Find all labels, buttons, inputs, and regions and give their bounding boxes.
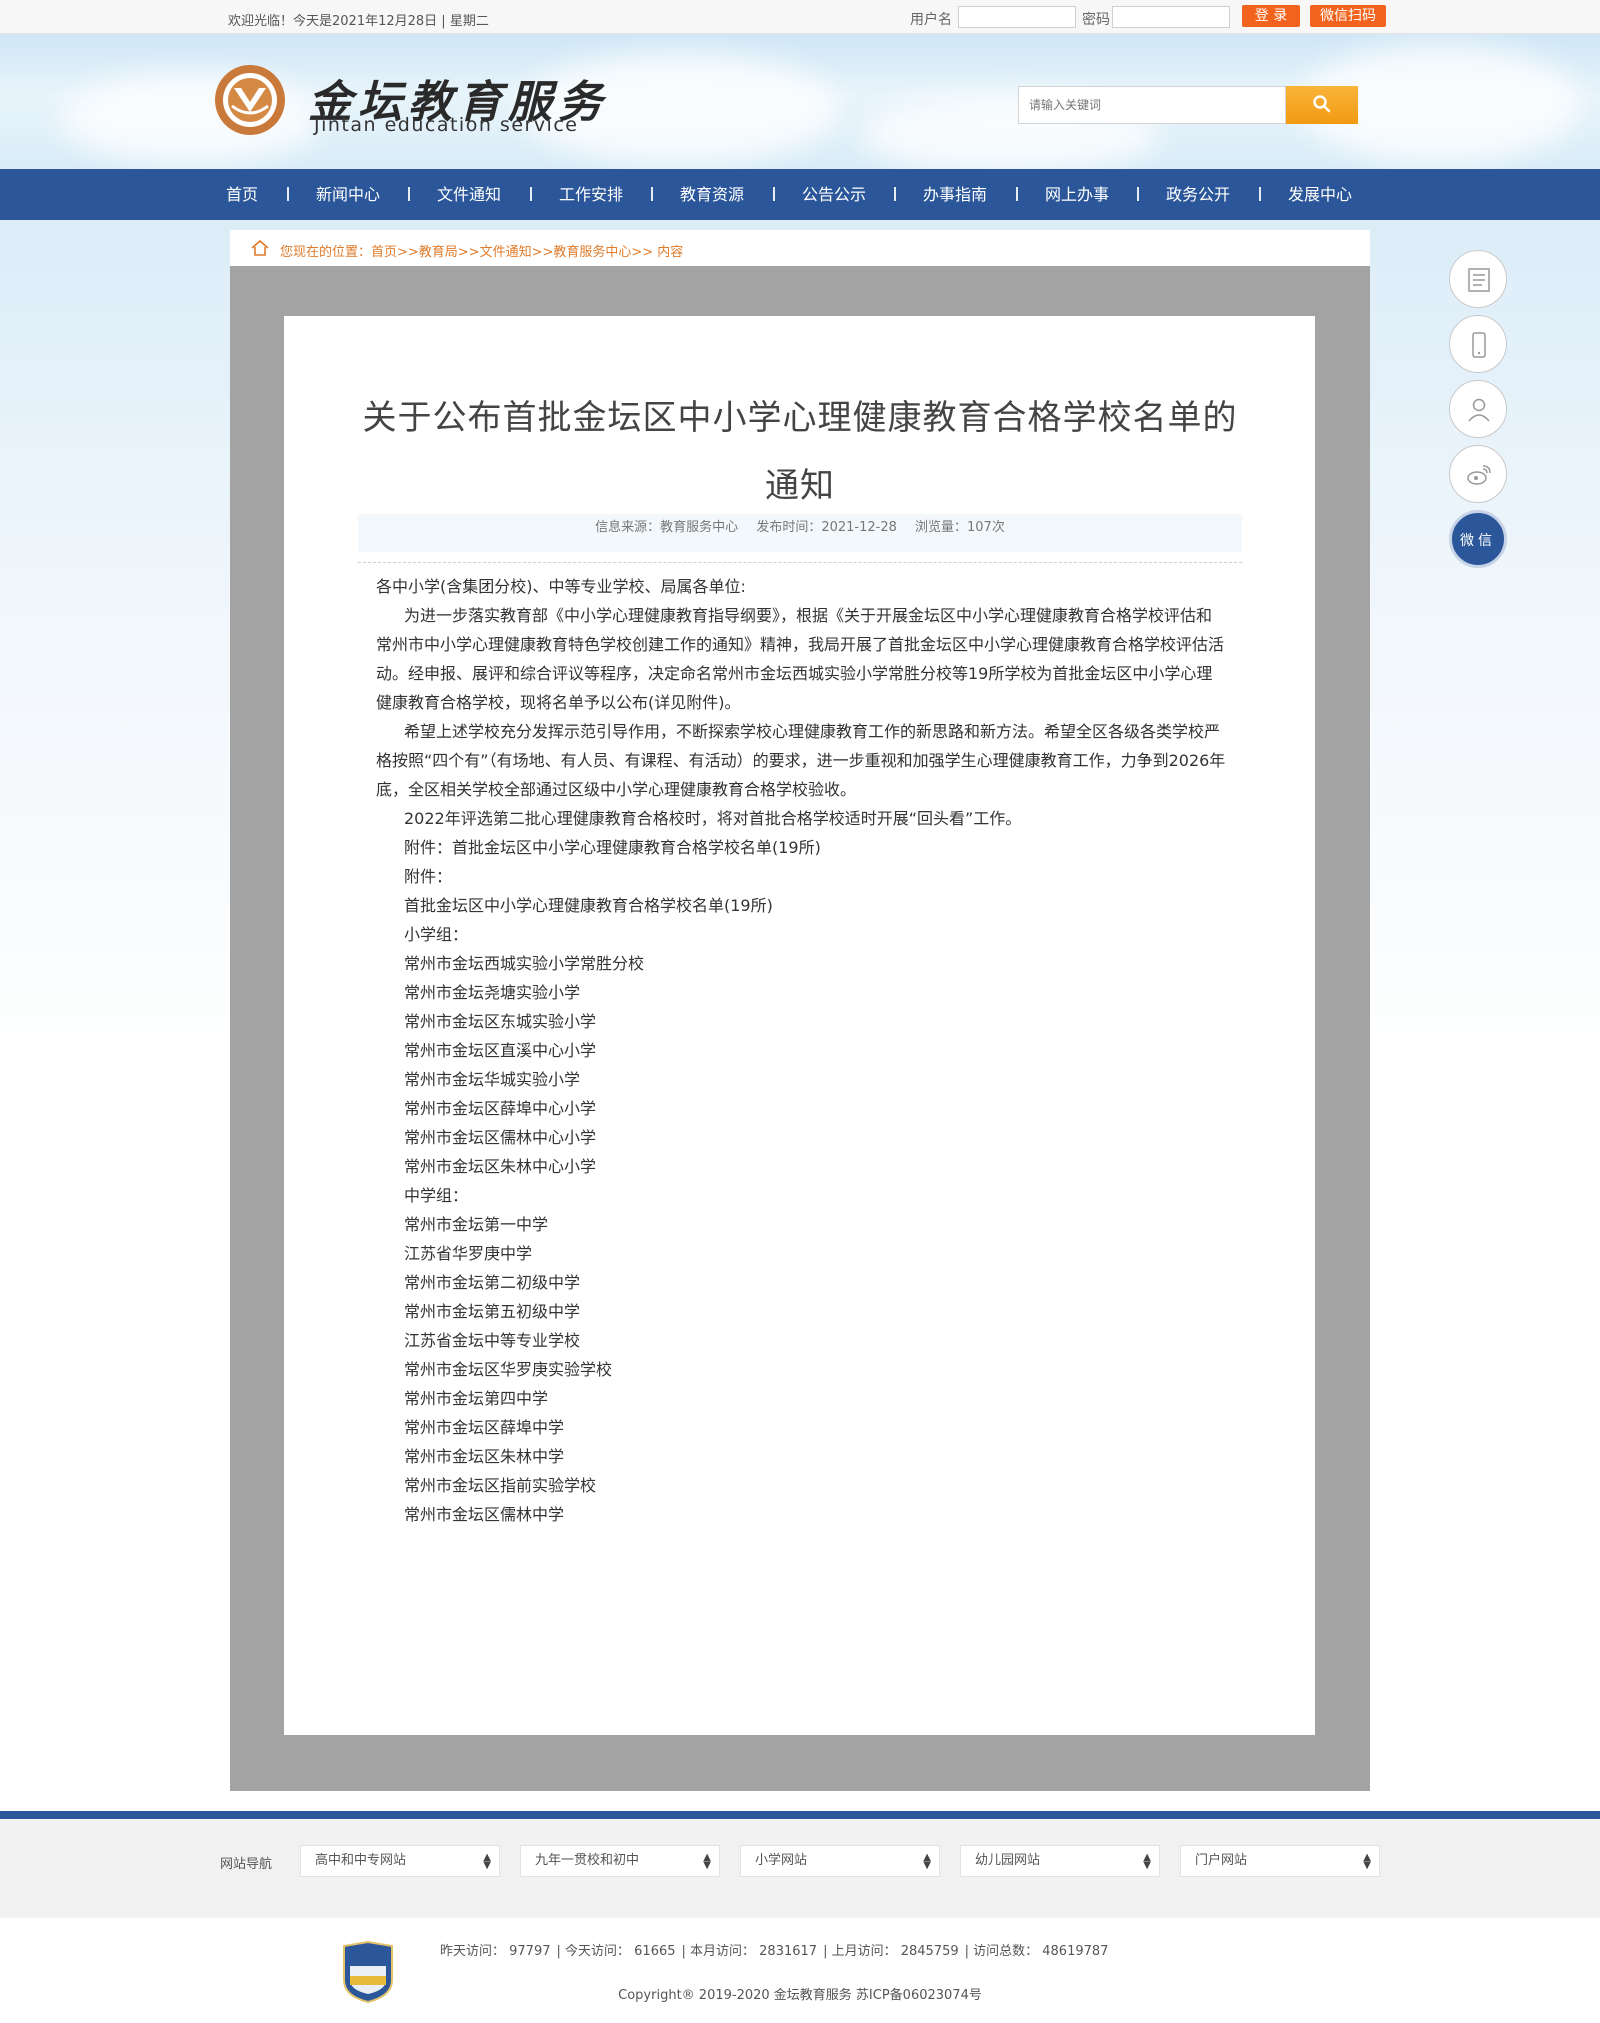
attachment-link[interactable]: 附件：首批金坛区中小学心理健康教育合格学校名单(19所)	[376, 833, 1226, 862]
weibo-icon	[1467, 465, 1491, 485]
list-item: 常州市金坛区朱林中心小学	[404, 1157, 597, 1176]
greeting: 各中小学(含集团分校)、中等专业学校、局属各单位:	[376, 577, 746, 596]
stat-last-month: 上月访问： 2845759	[831, 1944, 959, 1959]
paragraph: 2022年评选第二批心理健康教育合格校时，将对首批合格学校适时开展“回头看”工作…	[404, 809, 1022, 828]
username-field[interactable]	[958, 6, 1076, 28]
list-item: 常州市金坛区直溪中心小学	[404, 1041, 597, 1060]
site-select-kindergarten[interactable]: 幼儿园网站 ▲ ▼	[960, 1845, 1160, 1877]
list-item: 常州市金坛第四中学	[404, 1389, 549, 1408]
main-nav: 首页 新闻中心 文件通知 工作安排 教育资源 公告公示 办事指南 网上办事 政务…	[0, 169, 1600, 220]
list-item: 江苏省华罗庚中学	[404, 1244, 533, 1263]
article-source: 信息来源：教育服务中心	[595, 520, 739, 535]
password-field[interactable]	[1112, 6, 1230, 28]
search-icon	[1313, 94, 1331, 112]
stat-total: 访问总数： 48619787	[973, 1944, 1109, 1959]
list-title: 首批金坛区中小学心理健康教育合格学校名单(19所)	[404, 896, 773, 915]
group-label: 小学组：	[404, 925, 469, 944]
breadcrumb: 您现在的位置：首页>>教育局>>文件通知>>教育服务中心>> 内容	[230, 230, 1370, 266]
nav-item-development[interactable]: 发展中心	[1288, 169, 1352, 220]
article-body: 各中小学(含集团分校)、中等专业学校、局属各单位: 为进一步落实教育部《中小学心…	[376, 572, 1226, 1529]
list-item: 常州市金坛区儒林中心小学	[404, 1128, 597, 1147]
nav-item-resources[interactable]: 教育资源	[680, 169, 744, 220]
nav-item-guide[interactable]: 办事指南	[923, 169, 987, 220]
search-input[interactable]	[1018, 86, 1286, 124]
list-item: 常州市金坛区薛埠中心小学	[404, 1099, 597, 1118]
stat-yesterday: 昨天访问： 97797	[440, 1944, 551, 1959]
site-select-middle[interactable]: 九年一贯校和初中 ▲ ▼	[520, 1845, 720, 1877]
nav-item-announcements[interactable]: 公告公示	[802, 169, 866, 220]
stat-today: 今天访问： 61665	[565, 1944, 676, 1959]
article-date: 发布时间：2021-12-28	[756, 520, 897, 535]
site-select-primary[interactable]: 小学网站 ▲ ▼	[740, 1845, 940, 1877]
list-item: 常州市金坛尧塘实验小学	[404, 983, 581, 1002]
visit-stats: 昨天访问： 97797 | 今天访问： 61665 | 本月访问： 2831617 |…	[440, 1944, 1109, 1959]
list-item: 常州市金坛第一中学	[404, 1215, 549, 1234]
attachment-label: 附件：	[404, 867, 453, 886]
list-item: 江苏省金坛中等专业学校	[404, 1331, 581, 1350]
side-news-button[interactable]	[1449, 250, 1507, 308]
side-weibo-button[interactable]	[1449, 445, 1507, 503]
side-mobile-button[interactable]	[1449, 315, 1507, 373]
nav-item-gov[interactable]: 政务公开	[1166, 169, 1230, 220]
newspaper-icon	[1468, 268, 1490, 292]
logo-subtitle: Jintan education service	[314, 114, 579, 136]
nav-item-home[interactable]: 首页	[226, 169, 258, 220]
username-label: 用户名	[910, 12, 952, 28]
top-bar: 欢迎光临！今天是2021年12月28日 | 星期二 用户名 密码 登 录 微信扫…	[0, 0, 1600, 34]
user-icon	[1468, 398, 1490, 422]
article-meta: 信息来源：教育服务中心 发布时间：2021-12-28 浏览量：107次	[358, 514, 1242, 552]
list-item: 常州市金坛区薛埠中学	[404, 1418, 565, 1437]
breadcrumb-text[interactable]: 您现在的位置：首页>>教育局>>文件通知>>教育服务中心>> 内容	[280, 241, 683, 260]
side-user-button[interactable]	[1449, 380, 1507, 438]
login-button[interactable]: 登 录	[1242, 5, 1300, 27]
paragraph: 希望上述学校充分发挥示范引导作用，不断探索学校心理健康教育工作的新思路和新方法。…	[376, 722, 1226, 799]
search-button[interactable]	[1286, 86, 1358, 124]
divider	[358, 562, 1242, 563]
copyright: Copyright® 2019-2020 金坛教育服务 苏ICP备0602307…	[618, 1988, 982, 2003]
site-select-portal[interactable]: 门户网站 ▲ ▼	[1180, 1845, 1380, 1877]
list-item: 常州市金坛华城实验小学	[404, 1070, 581, 1089]
list-item: 常州市金坛第二初级中学	[404, 1273, 581, 1292]
mobile-phone-icon	[1472, 332, 1486, 358]
side-wechat-button[interactable]: 微信	[1449, 510, 1507, 568]
footer-divider	[0, 1811, 1600, 1819]
stat-this-month: 本月访问： 2831617	[690, 1944, 818, 1959]
site-select-highschool[interactable]: 高中和中专网站 ▲ ▼	[300, 1845, 500, 1877]
list-item: 常州市金坛区儒林中学	[404, 1505, 565, 1524]
nav-item-online[interactable]: 网上办事	[1045, 169, 1109, 220]
nav-item-news[interactable]: 新闻中心	[316, 169, 380, 220]
list-item: 常州市金坛区指前实验学校	[404, 1476, 597, 1495]
list-item: 常州市金坛西城实验小学常胜分校	[404, 954, 645, 973]
paragraph: 为进一步落实教育部《中小学心理健康教育指导纲要》，根据《关于开展金坛区中小学心理…	[376, 606, 1225, 712]
nav-item-notices[interactable]: 文件通知	[437, 169, 501, 220]
home-icon	[251, 239, 269, 256]
site-nav-label: 网站导航	[220, 1857, 273, 1872]
article-title: 关于公布首批金坛区中小学心理健康教育合格学校名单的通知	[362, 398, 1238, 506]
wechat-scan-button[interactable]: 微信扫码	[1310, 5, 1386, 27]
list-item: 常州市金坛区朱林中学	[404, 1447, 565, 1466]
footer-site-nav: 网站导航 高中和中专网站 ▲ ▼ 九年一贯校和初中 ▲ ▼ 小学网站 ▲ ▼ 幼儿园网站 ▲ ▼…	[0, 1819, 1600, 1918]
footer: 昨天访问： 97797 | 今天访问： 61665 | 本月访问： 2831617 |…	[0, 1918, 1600, 2023]
nav-item-work[interactable]: 工作安排	[559, 169, 623, 220]
list-item: 常州市金坛第五初级中学	[404, 1302, 581, 1321]
logo-emblem-icon	[215, 65, 285, 135]
header-banner: 金坛教育服务 Jintan education service	[0, 34, 1600, 169]
wechat-label: 微信	[1460, 533, 1496, 549]
group-label: 中学组：	[404, 1186, 469, 1205]
password-label: 密码	[1082, 12, 1110, 28]
welcome-text: 欢迎光临！今天是2021年12月28日 | 星期二	[228, 14, 489, 29]
article-views: 浏览量：107次	[915, 520, 1005, 535]
list-item: 常州市金坛区东城实验小学	[404, 1012, 597, 1031]
list-item: 常州市金坛区华罗庚实验学校	[404, 1360, 613, 1379]
